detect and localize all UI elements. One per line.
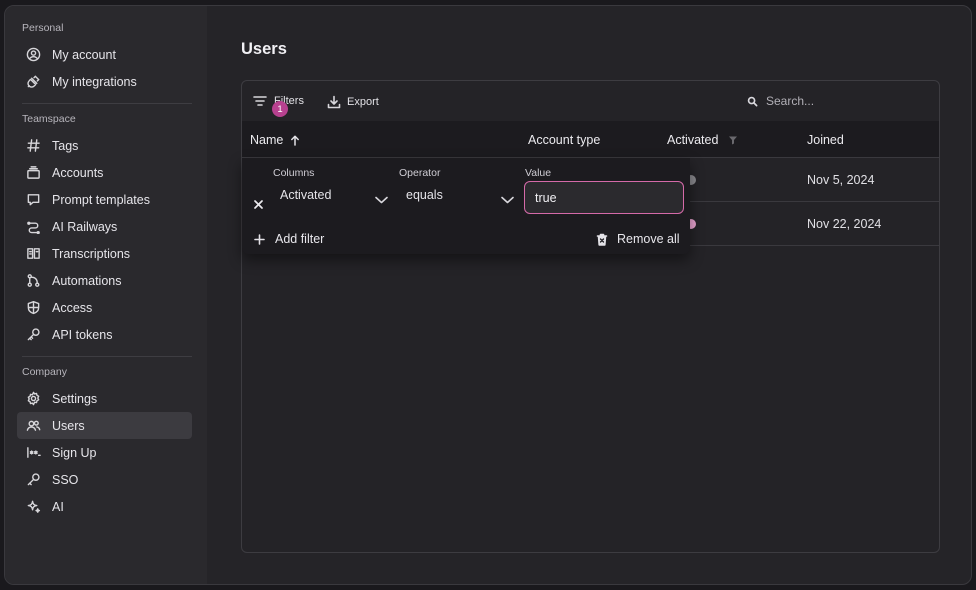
sidebar-item-my-integrations[interactable]: My integrations bbox=[17, 68, 192, 95]
operator-label: Operator bbox=[399, 167, 441, 179]
columns-label: Columns bbox=[273, 167, 315, 179]
remove-all-button[interactable]: Remove all bbox=[596, 232, 680, 246]
chevron-down-icon[interactable] bbox=[501, 191, 514, 209]
joined-cell: Nov 5, 2024 bbox=[807, 173, 875, 187]
sparkle-icon bbox=[25, 499, 41, 515]
users-table: Filters 1 Export Name Account bbox=[241, 80, 940, 553]
sidebar-item-sign-up[interactable]: Sign Up bbox=[17, 439, 192, 466]
sidebar-item-transcriptions[interactable]: Transcriptions bbox=[17, 240, 192, 267]
sidebar-item-label: Users bbox=[52, 418, 85, 433]
branch-icon bbox=[25, 273, 41, 289]
operator-select[interactable]: equals bbox=[406, 188, 443, 202]
sidebar-item-api-tokens[interactable]: API tokens bbox=[17, 321, 192, 348]
sidebar-item-ai-railways[interactable]: AI Railways bbox=[17, 213, 192, 240]
main-content: Users Filters 1 Export Na bbox=[207, 6, 971, 584]
close-icon bbox=[254, 200, 263, 209]
filter-value-input[interactable] bbox=[524, 181, 684, 214]
column-header-activated[interactable]: Activated bbox=[667, 133, 738, 147]
search-icon bbox=[747, 96, 758, 106]
column-header-label: Activated bbox=[667, 133, 719, 147]
sidebar-item-label: AI bbox=[52, 499, 64, 514]
download-icon bbox=[327, 95, 341, 109]
sidebar-item-label: Settings bbox=[52, 391, 98, 406]
sidebar-item-label: Tags bbox=[52, 138, 79, 153]
value-label: Value bbox=[525, 167, 552, 179]
sidebar-item-label: API tokens bbox=[52, 327, 113, 342]
plug-icon bbox=[25, 74, 41, 90]
route-icon bbox=[25, 219, 41, 235]
joined-cell: Nov 22, 2024 bbox=[807, 217, 882, 231]
sidebar-item-automations[interactable]: Automations bbox=[17, 267, 192, 294]
key-icon bbox=[25, 472, 41, 488]
sidebar-item-tags[interactable]: Tags bbox=[17, 132, 192, 159]
filter-lines-icon bbox=[253, 96, 267, 106]
settings-modal: Personal My account My integrations Team… bbox=[4, 5, 972, 585]
sidebar-item-label: My integrations bbox=[52, 74, 137, 89]
sidebar-item-label: Transcriptions bbox=[52, 246, 131, 261]
section-label-personal: Personal bbox=[22, 22, 64, 34]
add-filter-button[interactable]: Add filter bbox=[254, 232, 324, 246]
gear-icon bbox=[25, 391, 41, 407]
sidebar-item-label: My account bbox=[52, 47, 116, 62]
search-box bbox=[747, 94, 936, 108]
page-title: Users bbox=[241, 40, 287, 58]
table-header: Name Account type Activated Joined bbox=[242, 121, 939, 158]
column-header-label: Joined bbox=[807, 133, 844, 147]
key-icon bbox=[25, 327, 41, 343]
add-filter-label: Add filter bbox=[275, 232, 325, 246]
chat-icon bbox=[25, 192, 41, 208]
sidebar-item-label: SSO bbox=[52, 472, 79, 487]
sidebar-item-settings[interactable]: Settings bbox=[17, 385, 192, 412]
sidebar-item-ai[interactable]: AI bbox=[17, 493, 192, 520]
filters-button[interactable]: Filters 1 bbox=[253, 95, 304, 117]
export-label: Export bbox=[347, 96, 379, 108]
accounts-icon bbox=[25, 165, 41, 181]
section-label-company: Company bbox=[22, 366, 67, 378]
sidebar-item-my-account[interactable]: My account bbox=[17, 41, 192, 68]
sidebar-divider bbox=[22, 103, 192, 104]
section-label-teamspace: Teamspace bbox=[22, 113, 76, 125]
sidebar-item-label: Accounts bbox=[52, 165, 104, 180]
signup-icon bbox=[25, 445, 41, 461]
sort-ascending-icon bbox=[291, 135, 300, 146]
hash-icon bbox=[25, 138, 41, 154]
column-header-label: Name bbox=[250, 133, 284, 147]
sidebar-item-users[interactable]: Users bbox=[17, 412, 192, 439]
column-header-joined[interactable]: Joined bbox=[807, 133, 844, 147]
sidebar-item-label: Sign Up bbox=[52, 445, 97, 460]
column-header-label: Account type bbox=[528, 133, 601, 147]
export-button[interactable]: Export bbox=[327, 95, 379, 109]
column-header-name[interactable]: Name bbox=[250, 133, 300, 147]
search-input[interactable] bbox=[766, 94, 936, 108]
sidebar-item-access[interactable]: Access bbox=[17, 294, 192, 321]
shield-icon bbox=[25, 300, 41, 316]
remove-filter-button[interactable] bbox=[254, 196, 263, 214]
sidebar-item-sso[interactable]: SSO bbox=[17, 466, 192, 493]
sidebar-item-prompt-templates[interactable]: Prompt templates bbox=[17, 186, 192, 213]
user-circle-icon bbox=[25, 47, 41, 63]
trash-icon bbox=[596, 233, 608, 246]
book-icon bbox=[25, 246, 41, 262]
chevron-down-icon[interactable] bbox=[375, 191, 388, 209]
remove-all-label: Remove all bbox=[617, 232, 680, 246]
column-select[interactable]: Activated bbox=[280, 188, 331, 202]
sidebar-item-label: AI Railways bbox=[52, 219, 118, 234]
sidebar-item-accounts[interactable]: Accounts bbox=[17, 159, 192, 186]
sidebar-item-label: Automations bbox=[52, 273, 122, 288]
table-toolbar: Filters 1 Export bbox=[242, 81, 939, 121]
column-header-account-type[interactable]: Account type bbox=[528, 133, 600, 147]
plus-icon bbox=[254, 233, 265, 245]
sidebar-item-label: Access bbox=[52, 300, 93, 315]
filter-popover: Columns Operator Value Activated equals bbox=[242, 158, 690, 254]
sidebar-divider bbox=[22, 356, 192, 357]
filter-funnel-icon bbox=[729, 136, 738, 145]
users-icon bbox=[25, 418, 41, 434]
sidebar: Personal My account My integrations Team… bbox=[5, 6, 207, 584]
filters-count-badge: 1 bbox=[272, 101, 288, 117]
sidebar-item-label: Prompt templates bbox=[52, 192, 150, 207]
